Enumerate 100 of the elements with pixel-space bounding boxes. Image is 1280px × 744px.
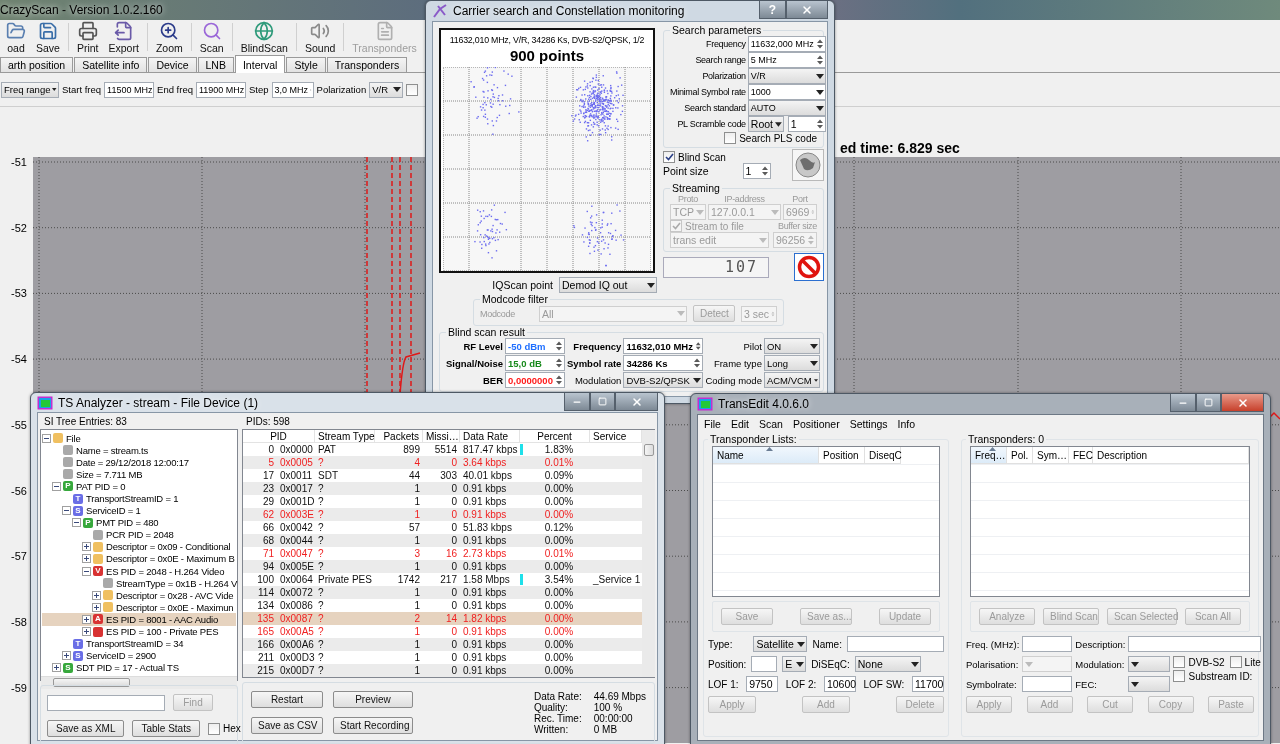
column-header[interactable]: DiseqC [865, 447, 901, 464]
frequency-field[interactable] [1022, 636, 1073, 652]
tab[interactable]: Interval [234, 55, 286, 73]
minimize-button[interactable] [564, 393, 590, 411]
menu-item[interactable]: Info [897, 418, 916, 430]
tree-row[interactable]: Descriptor = 0x09 - Conditional [42, 540, 236, 553]
tab[interactable]: arth position [0, 57, 74, 72]
expand-icon[interactable] [82, 542, 91, 552]
tab[interactable]: LNB [197, 57, 234, 72]
vertical-scrollbar[interactable] [642, 430, 655, 677]
maximize-button[interactable] [590, 393, 615, 411]
range-dropdown[interactable]: Freq range [1, 81, 59, 98]
tree-row[interactable]: S SDT PID = 17 - Actual TS [42, 661, 236, 674]
tree-row[interactable]: T TransportStreamID = 1 [42, 492, 236, 505]
scramble-dropdown[interactable]: Root [747, 116, 784, 132]
option-checkbox[interactable]: Lite [1229, 656, 1261, 668]
tree-row[interactable]: P PAT PID = 0 [42, 480, 236, 493]
tab[interactable]: Transponders [326, 57, 408, 72]
expand-icon[interactable] [62, 651, 71, 661]
menu-item[interactable]: Scan [759, 418, 783, 430]
tree-row[interactable]: P PMT PID = 480 [42, 516, 236, 529]
fec-dropdown[interactable] [1128, 676, 1171, 692]
diseqc-dropdown[interactable]: None [854, 656, 921, 672]
toolbar-button[interactable]: BlindScan [236, 20, 292, 54]
direction-dropdown[interactable]: E [782, 656, 807, 672]
hex-checkbox[interactable]: Hex [207, 722, 241, 735]
tree-row[interactable]: T TransportStreamID = 34 [42, 637, 236, 650]
tree-row[interactable]: Descriptor = 0x0E - Maximum B [42, 552, 236, 566]
maximize-button[interactable] [1196, 394, 1221, 412]
expand-icon[interactable] [82, 554, 91, 564]
column-header[interactable]: Description [1093, 447, 1249, 464]
tree-row[interactable]: V ES PID = 2048 - H.264 Video [42, 565, 236, 578]
tree-row[interactable]: S ServiceID = 1 [42, 504, 236, 517]
tab[interactable]: Satellite info [74, 57, 148, 72]
lof-field[interactable]: 9750 [746, 676, 779, 692]
position-field[interactable] [751, 656, 778, 672]
value-combobox[interactable]: 1000 [747, 84, 826, 100]
point-size-spinbox[interactable]: 1 [742, 163, 771, 179]
expand-icon[interactable] [82, 614, 91, 624]
expand-icon[interactable] [82, 627, 91, 637]
stop-button[interactable] [794, 253, 824, 281]
value-spinbox[interactable]: 11632,010 MHz [623, 338, 704, 354]
name-field[interactable] [846, 636, 944, 652]
tree-row[interactable]: Size = 7.711 MB [42, 468, 236, 481]
action-button[interactable]: Start Recording [333, 716, 413, 734]
value-spinbox[interactable]: 11632,000 MHz [747, 36, 826, 52]
expand-icon[interactable] [52, 663, 61, 673]
search-pls-checkbox[interactable]: Search PLS code [724, 132, 817, 144]
collapse-icon[interactable] [62, 506, 71, 516]
value-dropdown[interactable]: DVB-S2/QPSK [623, 372, 704, 388]
column-header[interactable]: FEC [1069, 447, 1093, 464]
menu-item[interactable]: Edit [730, 418, 749, 430]
column-header[interactable]: Name [713, 447, 819, 464]
expand-icon[interactable] [92, 602, 101, 612]
frequency-spinbox[interactable]: 11500 MHz [104, 81, 155, 98]
tree-row[interactable]: Descriptor = 0x0E - Maximun [42, 601, 236, 614]
toolbar-button[interactable]: Zoom [151, 20, 187, 54]
tree-row[interactable]: S ServiceID = 2900 [42, 649, 236, 662]
value-spinbox[interactable]: -50 dBm [505, 338, 565, 354]
symbolrate-field[interactable] [1022, 676, 1073, 692]
option-checkbox[interactable]: DVB-S2 [1173, 656, 1225, 668]
close-button[interactable] [786, 1, 828, 19]
action-button[interactable]: Preview [333, 691, 413, 708]
lof-field[interactable]: 10600 [823, 676, 856, 692]
menu-item[interactable]: Positioner [792, 418, 840, 430]
description-field[interactable] [1128, 636, 1261, 652]
option-checkbox[interactable] [406, 83, 419, 96]
column-header[interactable]: Freq… [971, 447, 1007, 464]
collapse-icon[interactable] [52, 481, 61, 491]
toolbar-button[interactable]: Sound [300, 20, 340, 54]
toolbar-button[interactable]: oad [2, 20, 30, 54]
tab[interactable]: Device [148, 57, 197, 72]
value-spinbox[interactable]: 15,0 dB [505, 355, 565, 371]
tree-row[interactable]: Descriptor = 0x28 - AVC Vide [42, 589, 236, 602]
tab[interactable]: Style [286, 57, 326, 72]
tree-row[interactable]: A ES PID = 8001 - AAC Audio [42, 613, 236, 626]
value-spinbox[interactable]: 5 MHz [747, 52, 826, 68]
toolbar-button[interactable]: Save [32, 20, 64, 54]
minimize-button[interactable] [1170, 394, 1196, 412]
tree-button[interactable]: Save as XML [47, 720, 125, 737]
value-spinbox[interactable]: 0,0000000 [505, 372, 565, 388]
iq-point-dropdown[interactable]: Demod IQ out [559, 277, 657, 293]
value-dropdown[interactable]: AUTO [747, 100, 826, 116]
frequency-spinbox[interactable]: 3,0 MHz [271, 81, 314, 98]
value-dropdown[interactable]: ACM/VCM [763, 372, 820, 388]
lof-field[interactable]: 11700 [912, 676, 944, 692]
toolbar-button[interactable]: Print [72, 20, 103, 54]
column-header[interactable]: Position [819, 447, 865, 464]
blind-scan-checkbox[interactable]: Blind Scan [663, 151, 771, 163]
toolbar-button[interactable]: Scan [195, 20, 228, 54]
column-header[interactable]: Pol. [1007, 447, 1033, 464]
menu-item[interactable]: Settings [849, 418, 888, 430]
tree-row[interactable]: ES PID = 100 - Private PES [42, 625, 236, 638]
expand-icon[interactable] [92, 590, 101, 600]
value-spinbox[interactable]: 34286 Ks [623, 355, 704, 371]
close-button[interactable] [615, 393, 658, 411]
collapse-icon[interactable] [82, 566, 91, 576]
find-field[interactable] [47, 694, 165, 711]
tree-row[interactable]: PCR PID = 2048 [42, 528, 236, 541]
close-button[interactable] [1221, 394, 1264, 412]
